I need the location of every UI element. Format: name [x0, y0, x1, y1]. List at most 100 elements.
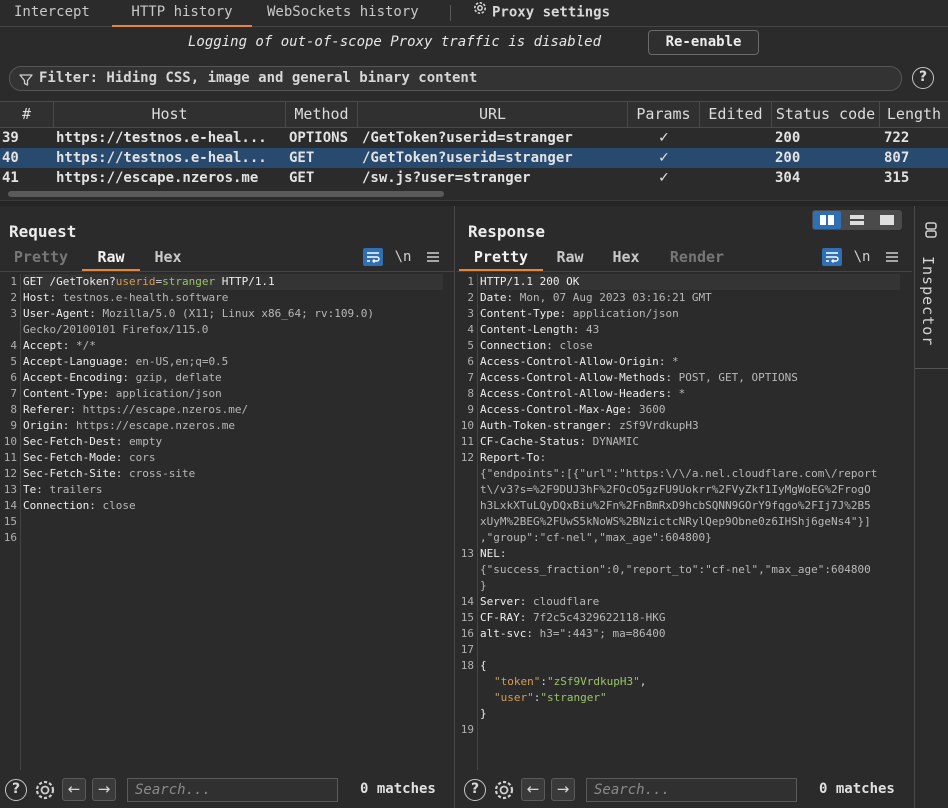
header-value: cors — [122, 451, 156, 464]
wrap-lines-icon[interactable] — [363, 248, 383, 266]
line-number: 13 — [3, 483, 17, 496]
tab-intercept[interactable]: Intercept — [14, 0, 90, 27]
column-params[interactable]: Params — [628, 102, 700, 128]
single-pane-layout-icon[interactable] — [873, 211, 901, 229]
response-tab-hex[interactable]: Hex — [605, 247, 647, 271]
previous-match-button[interactable]: ← — [62, 778, 86, 801]
line-number: 17 — [460, 643, 474, 656]
response-tab-render[interactable]: Render — [665, 247, 729, 271]
status-line: HTTP/1.1 200 OK — [480, 274, 900, 290]
line-number: 3 — [10, 307, 17, 320]
table-row[interactable]: 41 https://escape.nzeros.me GET /sw.js?u… — [0, 168, 948, 188]
header-key: alt-svc — [480, 627, 527, 640]
header-value: 3600 — [632, 403, 666, 416]
header-value: application/json — [109, 387, 222, 400]
response-editor[interactable]: 1 2 3 4 5 6 7 8 9 10 11 12 13 14 15 16 1… — [457, 274, 912, 770]
filter-bar[interactable]: Filter: Hiding CSS, image and general bi… — [9, 66, 902, 91]
help-icon[interactable]: ? — [464, 779, 486, 801]
response-search-input[interactable]: Search... — [586, 778, 797, 802]
table-row[interactable]: 39 https://testnos.e-heal... OPTIONS /Ge… — [0, 128, 948, 148]
json-key: "user" — [494, 691, 534, 704]
line-number: 5 — [467, 339, 474, 352]
side-by-side-layout-icon[interactable] — [813, 211, 841, 229]
header-line: Connection: close — [23, 499, 136, 512]
row-length: 315 — [884, 170, 910, 186]
line-number: 19 — [460, 723, 474, 736]
inspector-sidebar[interactable]: Inspector — [914, 206, 948, 808]
header-line: Content-Type: application/json — [480, 307, 679, 320]
wrap-lines-icon[interactable] — [822, 248, 842, 266]
column-method[interactable]: Method — [286, 102, 358, 128]
column-status-code[interactable]: Status code — [772, 102, 880, 128]
tab-divider — [450, 5, 451, 21]
header-key: Host — [23, 291, 50, 304]
settings-gear-icon[interactable] — [33, 778, 55, 800]
line-number: 5 — [10, 355, 17, 368]
next-match-button[interactable]: → — [551, 778, 575, 801]
http-history-table: # Host Method URL Params Edited Status c… — [0, 101, 948, 199]
menu-icon[interactable] — [423, 248, 443, 266]
next-match-button[interactable]: → — [92, 778, 116, 801]
header-key: Auth-Token-stranger — [480, 419, 606, 432]
line-number: 14 — [460, 595, 474, 608]
header-key: NEL — [480, 547, 500, 560]
header-key: Te — [23, 483, 37, 496]
column-host[interactable]: Host — [54, 102, 286, 128]
json-key: "token" — [494, 675, 541, 688]
header-value: testnos.e-health.software — [56, 291, 229, 304]
line-number: 8 — [467, 387, 474, 400]
header-value: empty — [122, 435, 163, 448]
column-edited[interactable]: Edited — [700, 102, 772, 128]
tab-websockets-history[interactable]: WebSockets history — [267, 0, 419, 27]
line-number: 9 — [467, 403, 474, 416]
header-value: Gecko/20100101 Firefox/115.0 — [23, 323, 209, 336]
gear-icon — [472, 0, 488, 25]
stacked-layout-icon[interactable] — [843, 211, 871, 229]
response-tab-pretty[interactable]: Pretty — [459, 247, 543, 271]
request-tab-pretty[interactable]: Pretty — [12, 247, 70, 271]
header-key: Accept-Encoding — [23, 371, 123, 384]
json-token-line: "token":"zSf9VrdkupH3", — [494, 675, 647, 688]
tab-http-history[interactable]: HTTP history — [112, 0, 252, 27]
header-line: Access-Control-Allow-Origin: * — [480, 355, 679, 368]
nel-value: {"success_fraction":0,"report_to":"cf-ne… — [480, 563, 871, 576]
previous-match-button[interactable]: ← — [521, 778, 545, 801]
line-number: 12 — [3, 467, 17, 480]
settings-gear-icon[interactable] — [492, 778, 514, 800]
divider — [915, 368, 948, 369]
menu-icon[interactable] — [882, 248, 902, 266]
re-enable-button[interactable]: Re-enable — [648, 30, 759, 55]
banner-message: Logging of out-of-scope Proxy traffic is… — [188, 34, 602, 50]
tab-underline — [0, 271, 455, 272]
nel-value: } — [480, 579, 487, 592]
proxy-settings-label: Proxy settings — [492, 4, 611, 21]
header-key: Access-Control-Allow-Origin — [480, 355, 659, 368]
header-value: https://escape.nzeros.me — [69, 419, 235, 432]
help-icon[interactable]: ? — [5, 779, 27, 801]
newline-toggle[interactable]: \n — [393, 248, 413, 266]
request-search-input[interactable]: Search... — [127, 778, 338, 802]
request-editor[interactable]: 1 2 3 4 5 6 7 8 9 10 11 12 13 14 15 16 G… — [0, 274, 455, 770]
column-length[interactable]: Length — [880, 102, 948, 128]
proxy-settings-button[interactable]: Proxy settings — [472, 0, 610, 27]
header-line: Origin: https://escape.nzeros.me — [23, 419, 235, 432]
header-line: Content-Type: application/json — [23, 387, 222, 400]
request-tab-hex[interactable]: Hex — [146, 247, 190, 271]
report-to-value: xUyM%2BEG%2FUwS5kNoWS%2BNzictcNRylQep9Ob… — [480, 515, 871, 528]
logging-banner: Logging of out-of-scope Proxy traffic is… — [0, 27, 948, 61]
horizontal-scrollbar[interactable] — [8, 191, 444, 197]
header-line: Connection: close — [480, 339, 593, 352]
header-value: https://escape.nzeros.me/ — [75, 403, 249, 416]
line-number: 11 — [460, 435, 474, 448]
newline-toggle[interactable]: \n — [852, 248, 872, 266]
help-icon[interactable]: ? — [912, 67, 934, 89]
column-url[interactable]: URL — [358, 102, 628, 128]
response-tab-raw[interactable]: Raw — [549, 247, 591, 271]
table-row-selected[interactable]: 40 https://testnos.e-heal... GET /GetTok… — [0, 148, 948, 168]
request-tab-raw[interactable]: Raw — [82, 247, 140, 271]
row-length: 722 — [884, 130, 910, 146]
header-value: cross-site — [122, 467, 196, 480]
line-number: 16 — [460, 627, 474, 640]
column-number[interactable]: # — [0, 102, 54, 128]
header-key: Access-Control-Max-Age — [480, 403, 626, 416]
